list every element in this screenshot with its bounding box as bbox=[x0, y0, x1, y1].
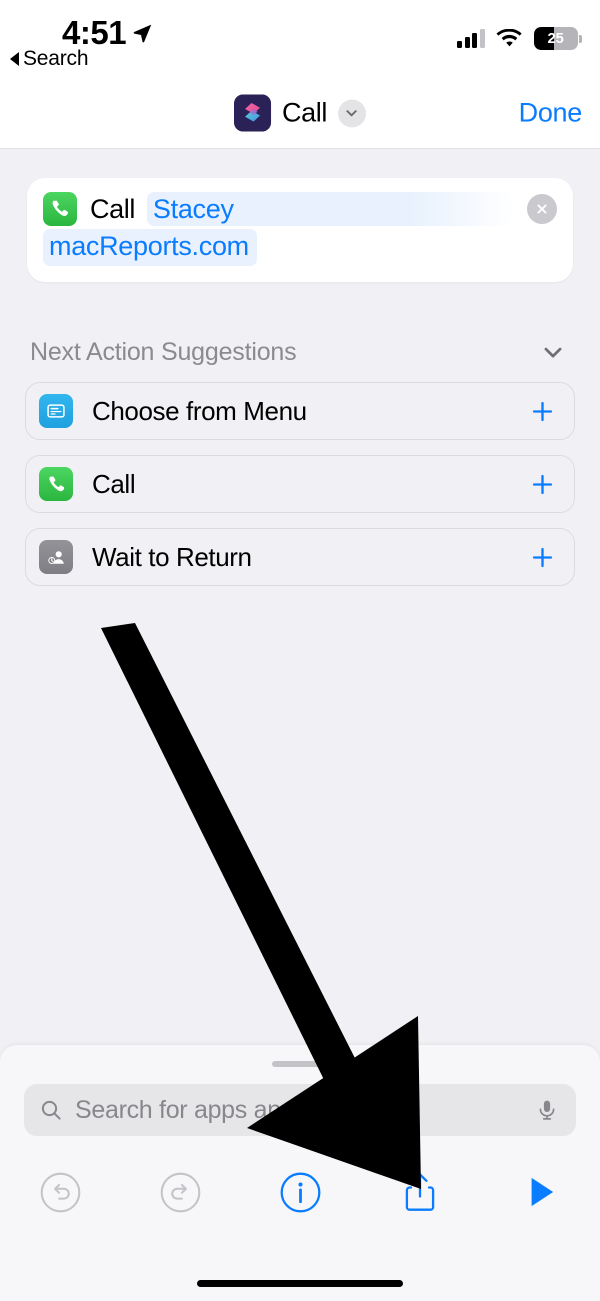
status-indicators: 25 bbox=[457, 27, 582, 50]
back-triangle-icon bbox=[10, 52, 19, 66]
nav-title-group[interactable]: Call bbox=[234, 94, 366, 132]
battery-percent: 25 bbox=[547, 30, 564, 47]
navigation-bar: Call Done bbox=[0, 78, 600, 149]
status-time: 4:51 bbox=[62, 14, 127, 51]
done-button[interactable]: Done bbox=[519, 98, 583, 129]
sheet-grabber[interactable] bbox=[272, 1061, 328, 1067]
person-clock-icon bbox=[39, 540, 73, 574]
plus-icon[interactable] bbox=[527, 469, 557, 499]
contact-name-token: Stacey bbox=[152, 193, 234, 224]
share-button[interactable] bbox=[360, 1170, 480, 1214]
chevron-down-icon[interactable] bbox=[536, 335, 570, 369]
list-item-label: Wait to Return bbox=[92, 541, 252, 572]
search-input[interactable]: Search for apps and actions bbox=[24, 1084, 576, 1136]
location-arrow-icon bbox=[132, 22, 153, 43]
suggestions-list: Choose from Menu Call Wait to Return bbox=[25, 382, 575, 601]
close-circle-icon[interactable] bbox=[527, 194, 557, 224]
microphone-icon[interactable] bbox=[535, 1098, 559, 1122]
search-placeholder: Search for apps and actions bbox=[75, 1095, 379, 1124]
info-button[interactable] bbox=[240, 1171, 360, 1214]
contact-token-field[interactable]: Stacey bbox=[146, 192, 513, 226]
editor-toolbar bbox=[0, 1157, 600, 1227]
cellular-signal-icon bbox=[457, 29, 485, 48]
redo-button[interactable] bbox=[120, 1171, 240, 1214]
shortcuts-app-icon bbox=[234, 94, 272, 132]
status-time-group: 4:51 bbox=[62, 16, 153, 49]
plus-icon[interactable] bbox=[527, 542, 557, 572]
list-item[interactable]: Wait to Return bbox=[25, 528, 575, 586]
chevron-down-icon[interactable] bbox=[337, 99, 366, 127]
wifi-icon bbox=[495, 28, 523, 49]
action-verb: Call bbox=[90, 193, 135, 224]
list-item[interactable]: Call bbox=[25, 455, 575, 513]
contact-domain-token[interactable]: macReports.com bbox=[43, 229, 257, 266]
battery-icon: 25 bbox=[533, 27, 582, 50]
play-button[interactable] bbox=[480, 1171, 600, 1213]
action-card-call[interactable]: Call Stacey macReports.com bbox=[27, 178, 573, 282]
back-to-search-link[interactable]: Search bbox=[10, 47, 89, 71]
menu-card-icon bbox=[39, 394, 73, 428]
search-icon bbox=[39, 1098, 63, 1122]
undo-button[interactable] bbox=[0, 1171, 120, 1214]
page-title: Call bbox=[282, 97, 327, 128]
action-card-primary-row: Call Stacey bbox=[43, 192, 557, 226]
iphone-screen: 4:51 Search 25 Call Done Call Stacey mac… bbox=[0, 0, 600, 1301]
list-item-label: Choose from Menu bbox=[92, 395, 307, 426]
phone-app-icon bbox=[43, 192, 77, 226]
list-item[interactable]: Choose from Menu bbox=[25, 382, 575, 440]
suggestions-title: Next Action Suggestions bbox=[30, 337, 297, 366]
next-action-suggestions-header: Next Action Suggestions bbox=[30, 335, 570, 369]
back-label: Search bbox=[23, 47, 89, 70]
plus-icon[interactable] bbox=[527, 396, 557, 426]
action-card-secondary-row: macReports.com bbox=[43, 229, 557, 266]
list-item-label: Call bbox=[92, 468, 136, 499]
home-indicator bbox=[197, 1280, 403, 1287]
phone-icon bbox=[39, 467, 73, 501]
action-library-sheet: Search for apps and actions bbox=[0, 1045, 600, 1301]
battery-cap bbox=[579, 34, 582, 43]
status-bar: 4:51 Search 25 bbox=[0, 0, 600, 78]
